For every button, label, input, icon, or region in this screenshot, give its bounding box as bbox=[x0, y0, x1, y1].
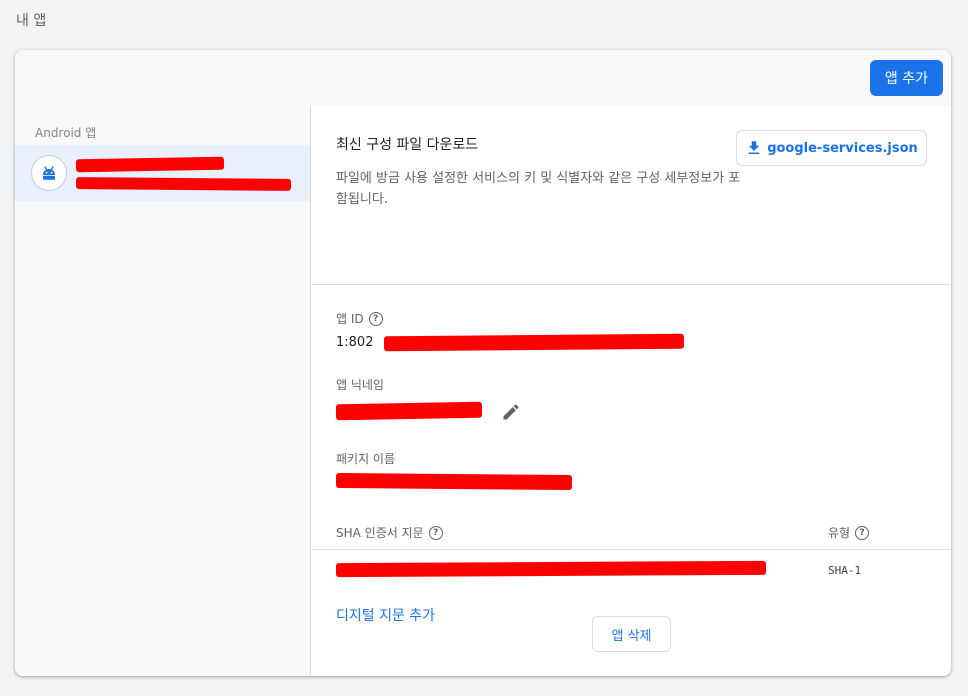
help-icon[interactable]: ? bbox=[855, 525, 870, 540]
app-id-value: 1:802 bbox=[336, 335, 374, 350]
divider bbox=[312, 284, 951, 285]
app-id-label: 앱 ID ? bbox=[336, 310, 383, 327]
redacted-package-name bbox=[75, 177, 292, 191]
apps-card: 앱 추가 Android 앱 최신 구성 파일 다운로드 파일에 방금 사용 설… bbox=[15, 50, 951, 676]
download-config-label: google-services.json bbox=[767, 140, 918, 156]
nickname-label: 앱 닉네임 bbox=[336, 378, 384, 392]
app-sidebar: Android 앱 bbox=[15, 106, 311, 676]
redacted-app-id bbox=[383, 333, 685, 352]
config-title: 최신 구성 파일 다운로드 bbox=[336, 137, 479, 153]
app-detail-panel: 최신 구성 파일 다운로드 파일에 방금 사용 설정한 서비스의 키 및 식별자… bbox=[312, 106, 951, 676]
download-config-button[interactable]: google-services.json bbox=[736, 130, 927, 166]
sidebar-item-android-app[interactable] bbox=[15, 145, 310, 201]
redacted-app-name bbox=[75, 156, 225, 173]
help-icon[interactable]: ? bbox=[368, 311, 383, 326]
sidebar-platform-label: Android 앱 bbox=[35, 126, 97, 140]
divider bbox=[312, 549, 951, 550]
delete-app-button[interactable]: 앱 삭제 bbox=[592, 616, 671, 652]
package-label: 패키지 이름 bbox=[336, 452, 396, 466]
sha-type-value: SHA-1 bbox=[828, 564, 862, 577]
help-icon[interactable]: ? bbox=[428, 525, 443, 540]
redacted-sha-fingerprint bbox=[335, 560, 767, 578]
redacted-package bbox=[335, 472, 573, 491]
edit-icon[interactable] bbox=[499, 400, 523, 424]
redacted-nickname bbox=[335, 401, 483, 421]
add-fingerprint-link[interactable]: 디지털 지문 추가 bbox=[336, 605, 435, 625]
type-column-header: 유형 ? bbox=[828, 524, 870, 541]
section-title: 내 앱 bbox=[16, 13, 47, 29]
card-toolbar: 앱 추가 bbox=[15, 50, 951, 106]
android-icon bbox=[31, 155, 67, 191]
download-icon bbox=[745, 139, 763, 157]
config-description: 파일에 방금 사용 설정한 서비스의 키 및 식별자와 같은 구성 세부정보가 … bbox=[336, 171, 741, 207]
add-app-button[interactable]: 앱 추가 bbox=[869, 60, 943, 96]
sha-column-header: SHA 인증서 지문 ? bbox=[336, 524, 443, 541]
